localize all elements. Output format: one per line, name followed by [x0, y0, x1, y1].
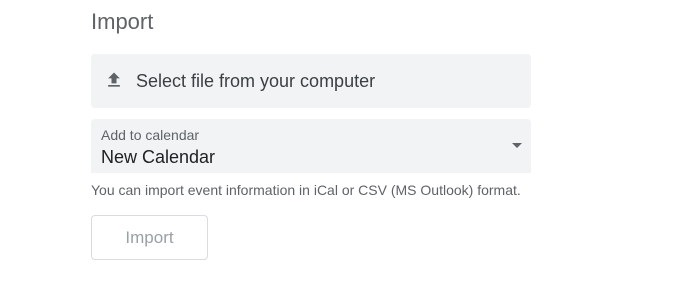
- calendar-dropdown-value: New Calendar: [101, 147, 216, 167]
- select-file-label: Select file from your computer: [136, 71, 376, 91]
- calendar-dropdown-caption: Add to calendar: [101, 127, 200, 143]
- import-page: Import Select file from your computer Ad…: [0, 0, 680, 281]
- section-title: Import: [91, 9, 154, 34]
- import-help-text: You can import event information in iCal…: [91, 182, 521, 198]
- upload-icon: [108, 72, 120, 87]
- caret-down-icon: [512, 143, 522, 148]
- select-file-button[interactable]: Select file from your computer: [91, 54, 531, 108]
- import-button[interactable]: Import: [91, 215, 208, 260]
- calendar-dropdown[interactable]: Add to calendar New Calendar: [91, 119, 531, 173]
